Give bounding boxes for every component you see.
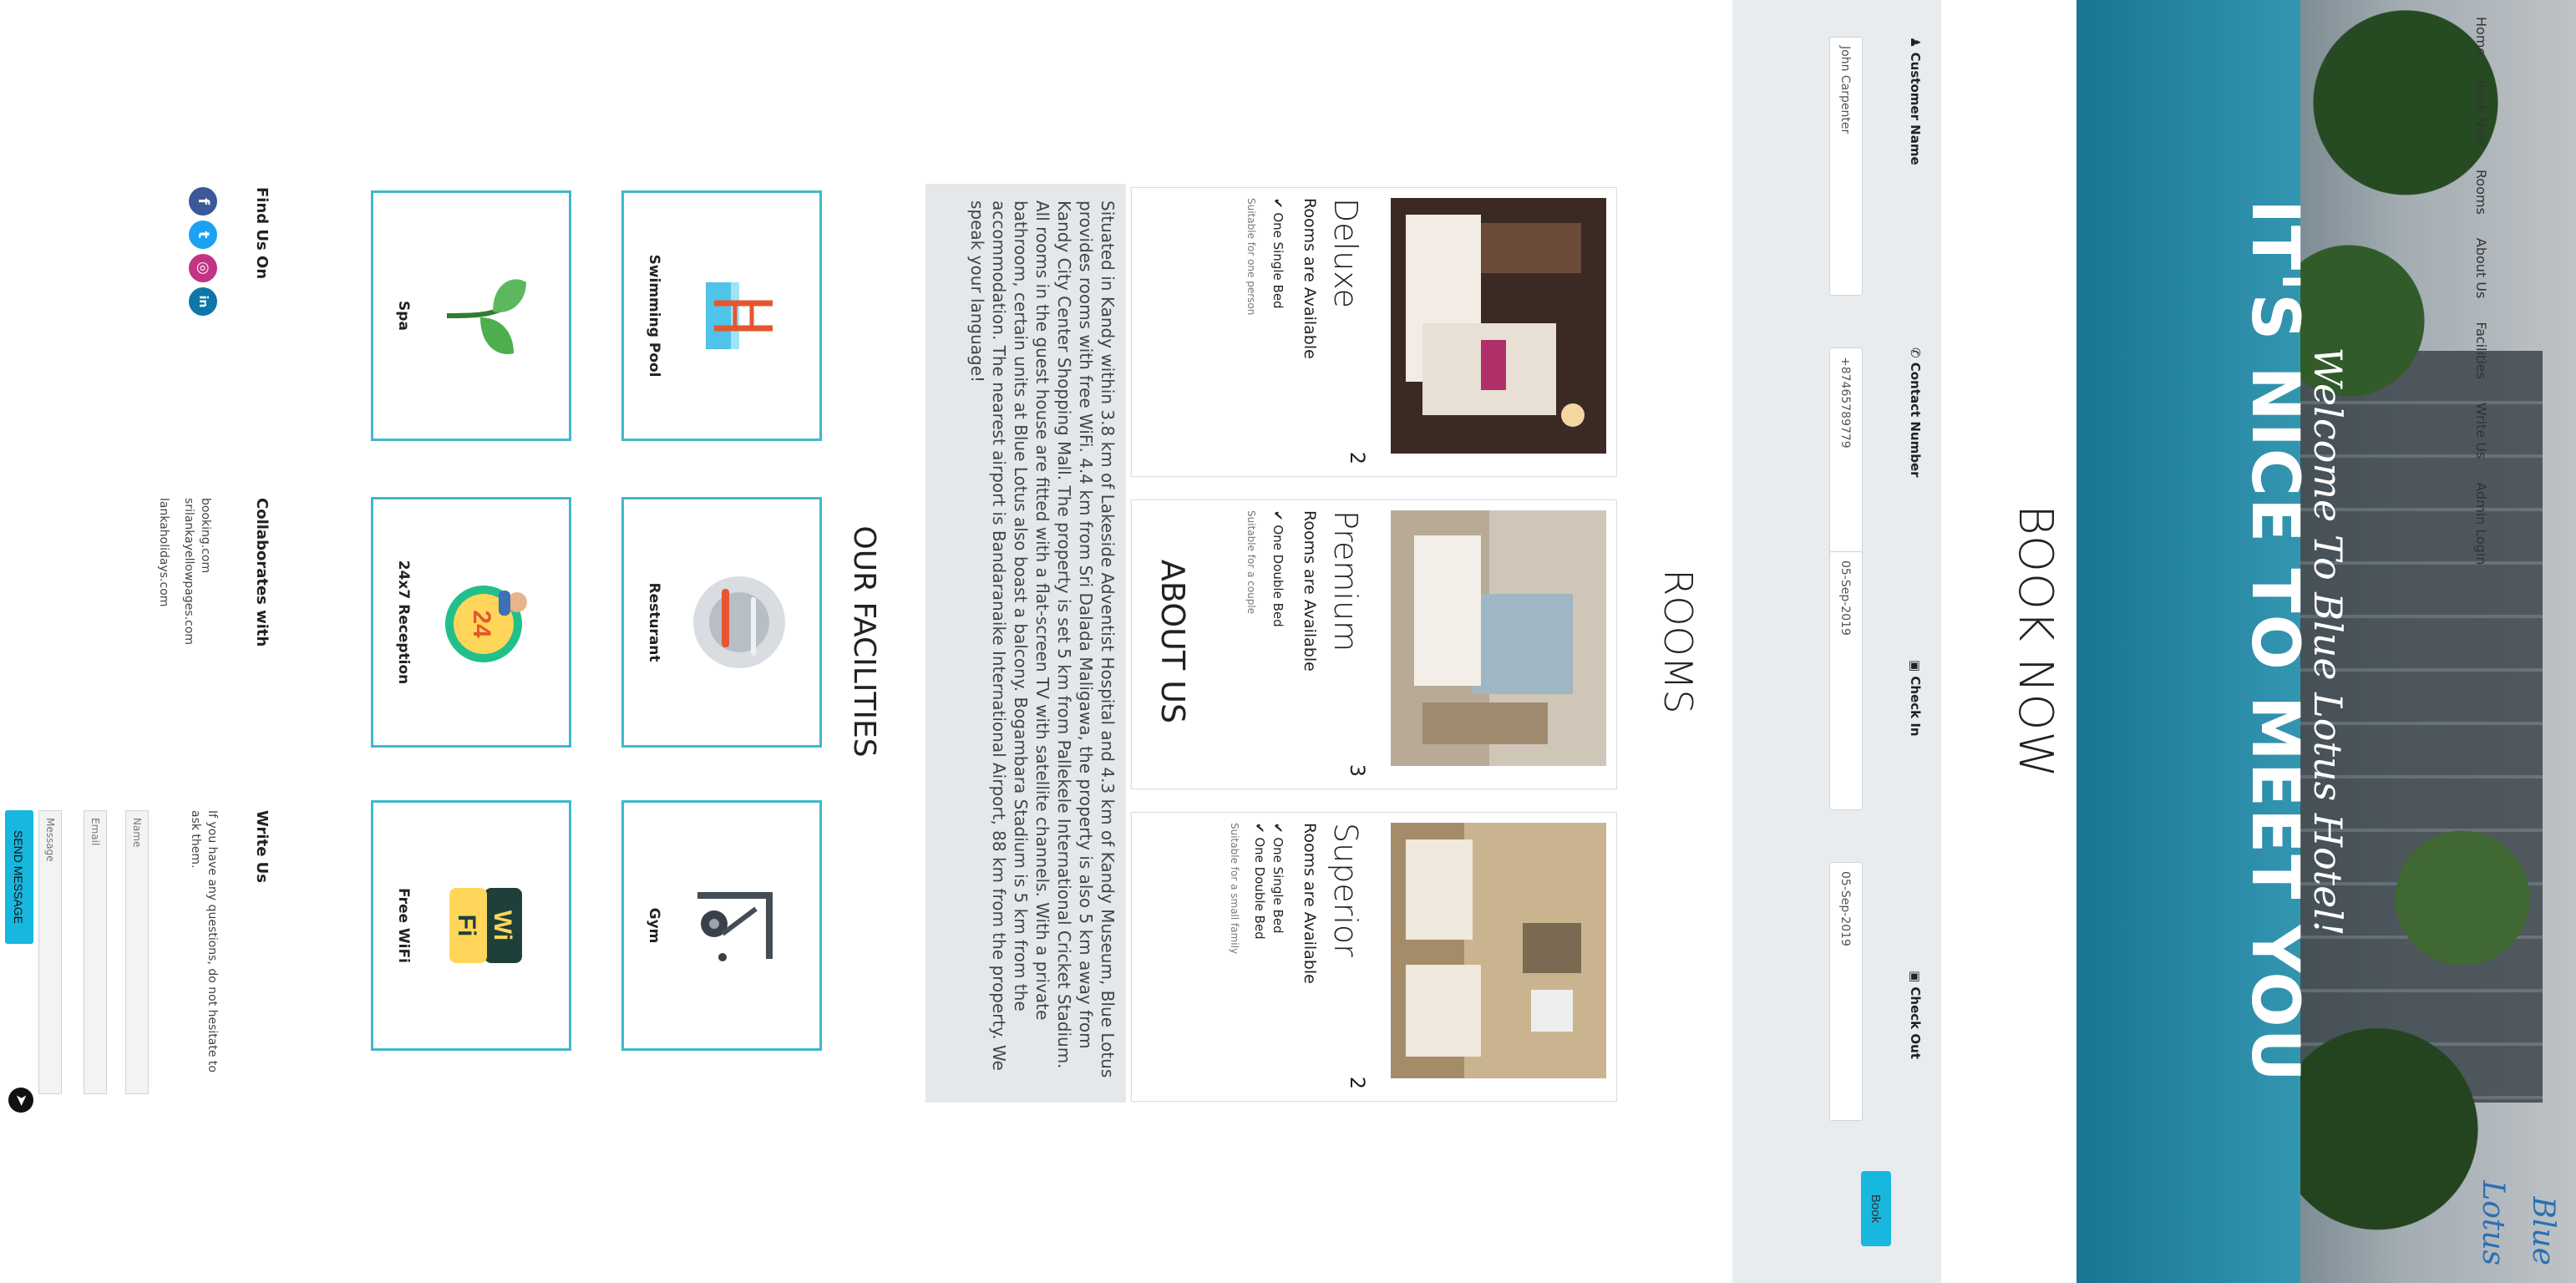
hero-banner: Blue Lotus Home Book Now Rooms About Us …	[2077, 0, 2576, 1283]
facility-gym: Gym	[621, 800, 822, 1051]
room-photo	[1391, 198, 1606, 454]
room-availability: Rooms are Available	[1301, 510, 1319, 672]
nav-rooms[interactable]: Rooms	[2473, 170, 2489, 215]
wifi-icon: Wi Fi	[449, 888, 522, 963]
check-in-input[interactable]: 05-Sep-2019	[1829, 551, 1863, 810]
check-icon: ✔	[1270, 510, 1285, 525]
wifi-badge-bottom: Fi	[453, 915, 480, 937]
wifi-badge-top: Wi	[489, 910, 516, 941]
check-in-label: ▣ Check In	[1908, 660, 1923, 737]
swimming-pool-icon	[706, 282, 773, 349]
facility-label: Gym	[646, 907, 662, 944]
about-text: Situated in Kandy within 3.8 km of Lakes…	[967, 200, 1118, 1078]
room-name: Deluxe	[1327, 198, 1364, 308]
room-suitability: Suitable for a couple	[1245, 510, 1257, 615]
collab-link-yellowpages[interactable]: srilankayellowpages.com	[180, 498, 197, 645]
facility-free-wifi: Wi Fi Free WiFi	[371, 800, 571, 1051]
nav-home[interactable]: Home	[2473, 17, 2489, 56]
room-count: 2	[1346, 1076, 1369, 1089]
check-out-input[interactable]: 05-Sep-2019	[1829, 862, 1863, 1121]
hero-headline: IT'S NICE TO MEET YOU	[2237, 200, 2312, 1083]
customer-name-input[interactable]: John Carpenter	[1829, 37, 1863, 296]
room-feature: ✔ One Single Bed	[1270, 198, 1285, 309]
brand-logo[interactable]: Blue Lotus	[2476, 1140, 2568, 1265]
room-feature: ✔ One Double Bed	[1270, 510, 1285, 627]
customer-name-field-group: ♟ Customer Name John Carpenter	[1829, 37, 1924, 296]
facility-label: Free WiFi	[395, 888, 412, 963]
message-input[interactable]: Message	[38, 810, 62, 1094]
facility-swimming-pool: Swimming Pool	[621, 190, 822, 441]
gym-icon	[697, 892, 773, 961]
check-icon: ✔	[1270, 823, 1285, 838]
check-icon: ✔	[1252, 823, 1267, 838]
room-availability: Rooms are Available	[1301, 823, 1319, 984]
room-suitability: Suitable for one person	[1245, 198, 1257, 316]
room-name: Superior	[1327, 823, 1364, 957]
page: Blue Lotus Home Book Now Rooms About Us …	[0, 0, 2576, 1283]
write-us-title: Write Us	[253, 810, 271, 883]
nav-write-us[interactable]: Write Us	[2473, 403, 2489, 459]
check-out-label: ▣ Check Out	[1908, 971, 1923, 1059]
main-nav: Home Book Now Rooms About Us Facilities …	[2473, 17, 2489, 565]
facility-label: 24x7 Reception	[395, 560, 412, 685]
calendar-icon: ▣	[1908, 660, 1923, 677]
send-message-button[interactable]: SEND MESSAGE	[5, 810, 33, 944]
room-feature: ✔ One Single Bed	[1270, 823, 1285, 934]
room-feature: ✔ One Double Bed	[1252, 823, 1267, 940]
hero-welcome-text: Welcome To Blue Lotus Hotel!	[2305, 347, 2350, 936]
collaborates-title: Collaborates with	[253, 498, 271, 647]
room-photo	[1391, 510, 1606, 766]
scroll-top-icon[interactable]: ➤	[8, 1088, 33, 1113]
spa-icon	[446, 279, 526, 354]
booknow-title: BOOK NOW	[2008, 505, 2062, 778]
linkedin-icon[interactable]: in	[189, 287, 217, 316]
facilities-title: OUR FACILITIES	[847, 525, 881, 758]
twitter-icon[interactable]: t	[189, 221, 217, 249]
facility-label: Swimming Pool	[646, 254, 662, 378]
restaurant-icon	[693, 576, 785, 668]
room-availability: Rooms are Available	[1301, 198, 1319, 359]
check-in-field-group: ▣ Check In 05-Sep-2019	[1829, 551, 1924, 810]
collab-link-booking[interactable]: booking.com	[197, 498, 214, 573]
user-icon: ♟	[1908, 37, 1923, 53]
write-us-text: If you have any questions, do not hesita…	[189, 810, 219, 1073]
name-input[interactable]: Name	[125, 810, 149, 1094]
book-button[interactable]: Book	[1861, 1171, 1891, 1246]
email-input[interactable]: Email	[84, 810, 107, 1094]
facility-restaurant: Resturant	[621, 497, 822, 748]
calendar-icon: ▣	[1908, 971, 1923, 987]
room-suitability: Suitable for a small family	[1229, 823, 1240, 955]
room-count: 2	[1346, 451, 1369, 464]
about-title: ABOUT US	[1154, 559, 1191, 724]
nav-facilities[interactable]: Facilities	[2473, 322, 2489, 379]
reception-icon: 24	[445, 586, 527, 662]
check-out-field-group: ▣ Check Out 05-Sep-2019	[1829, 862, 1924, 1121]
room-name: Premium	[1327, 510, 1364, 652]
customer-name-label: ♟ Customer Name	[1908, 37, 1923, 165]
nav-admin-login[interactable]: Admin Login	[2473, 482, 2489, 565]
room-count: 3	[1346, 763, 1369, 777]
facebook-icon[interactable]: f	[189, 187, 217, 216]
room-photo	[1391, 823, 1606, 1078]
reception-badge-text: 24	[468, 610, 495, 638]
collab-link-lankaholidays[interactable]: lankaholidays.com	[155, 498, 172, 606]
check-icon: ✔	[1270, 198, 1285, 213]
nav-book-now[interactable]: Book Now	[2473, 79, 2489, 146]
facility-spa: Spa	[371, 190, 571, 441]
rooms-title: ROOMS	[1656, 569, 1701, 714]
facility-label: Spa	[395, 301, 412, 331]
facility-24x7-reception: 24 24x7 Reception	[371, 497, 571, 748]
facility-label: Resturant	[646, 582, 662, 662]
find-us-title: Find Us On	[253, 187, 271, 280]
phone-icon: ✆	[1908, 347, 1923, 363]
booking-form: ♟ Customer Name John Carpenter ✆ Contact…	[1732, 0, 1941, 1283]
nav-about-us[interactable]: About Us	[2473, 238, 2489, 298]
instagram-icon[interactable]: ◎	[189, 254, 217, 282]
